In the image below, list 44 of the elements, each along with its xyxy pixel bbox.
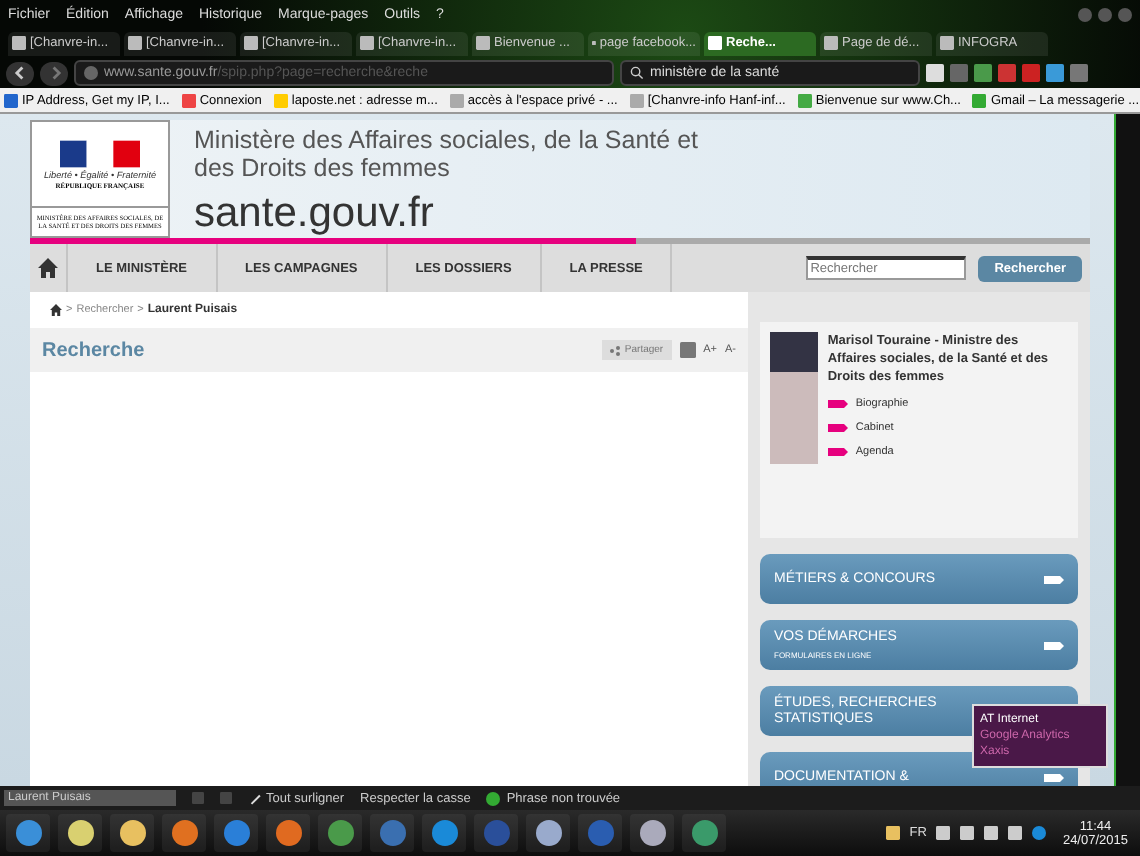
site-domain: sante.gouv.fr bbox=[194, 190, 436, 238]
scrollbar[interactable] bbox=[1114, 114, 1140, 786]
taskbar-app[interactable] bbox=[6, 814, 50, 852]
tag-icon bbox=[827, 400, 848, 408]
tag-icon bbox=[827, 424, 848, 432]
favicon-icon bbox=[360, 36, 374, 50]
favicon-icon bbox=[824, 36, 838, 50]
taskbar-app[interactable] bbox=[422, 814, 466, 852]
tag-icon bbox=[1044, 575, 1064, 583]
home-icon bbox=[50, 304, 62, 316]
favicon-icon bbox=[4, 93, 18, 107]
taskbar-app[interactable] bbox=[630, 814, 674, 852]
favicon-icon bbox=[244, 36, 258, 50]
favicon-icon bbox=[708, 36, 722, 50]
favicon-icon bbox=[476, 36, 490, 50]
highlighter-icon bbox=[248, 791, 262, 805]
taskbar-app[interactable] bbox=[682, 814, 726, 852]
favicon-icon bbox=[273, 93, 288, 107]
site-title: Ministère des Affaires sociales, de la Santé et des Droits des femmes bbox=[194, 126, 700, 182]
back-button[interactable] bbox=[6, 61, 34, 85]
tag-icon bbox=[1044, 773, 1064, 781]
home-icon bbox=[38, 258, 58, 278]
favicon-icon bbox=[128, 36, 142, 50]
photo-placeholder bbox=[770, 332, 818, 464]
favicon-icon bbox=[449, 93, 464, 107]
favicon-icon bbox=[181, 93, 196, 107]
favicon-icon bbox=[797, 93, 812, 107]
taskbar-app[interactable] bbox=[110, 814, 154, 852]
search-icon bbox=[630, 66, 644, 80]
info-icon bbox=[486, 791, 501, 805]
tag-icon bbox=[1044, 641, 1064, 649]
forward-button[interactable] bbox=[40, 61, 68, 85]
taskbar-app[interactable] bbox=[266, 814, 310, 852]
favicon-icon bbox=[972, 93, 987, 107]
favicon-icon bbox=[12, 36, 26, 50]
taskbar-app[interactable] bbox=[526, 814, 570, 852]
share-icon bbox=[610, 345, 621, 355]
favicon-icon bbox=[940, 36, 954, 50]
taskbar-app[interactable] bbox=[162, 814, 206, 852]
page-title: Recherche bbox=[42, 339, 147, 361]
tag-icon bbox=[827, 448, 848, 456]
taskbar-app[interactable] bbox=[58, 814, 102, 852]
favicon-icon bbox=[629, 93, 644, 107]
taskbar-app[interactable] bbox=[318, 814, 362, 852]
